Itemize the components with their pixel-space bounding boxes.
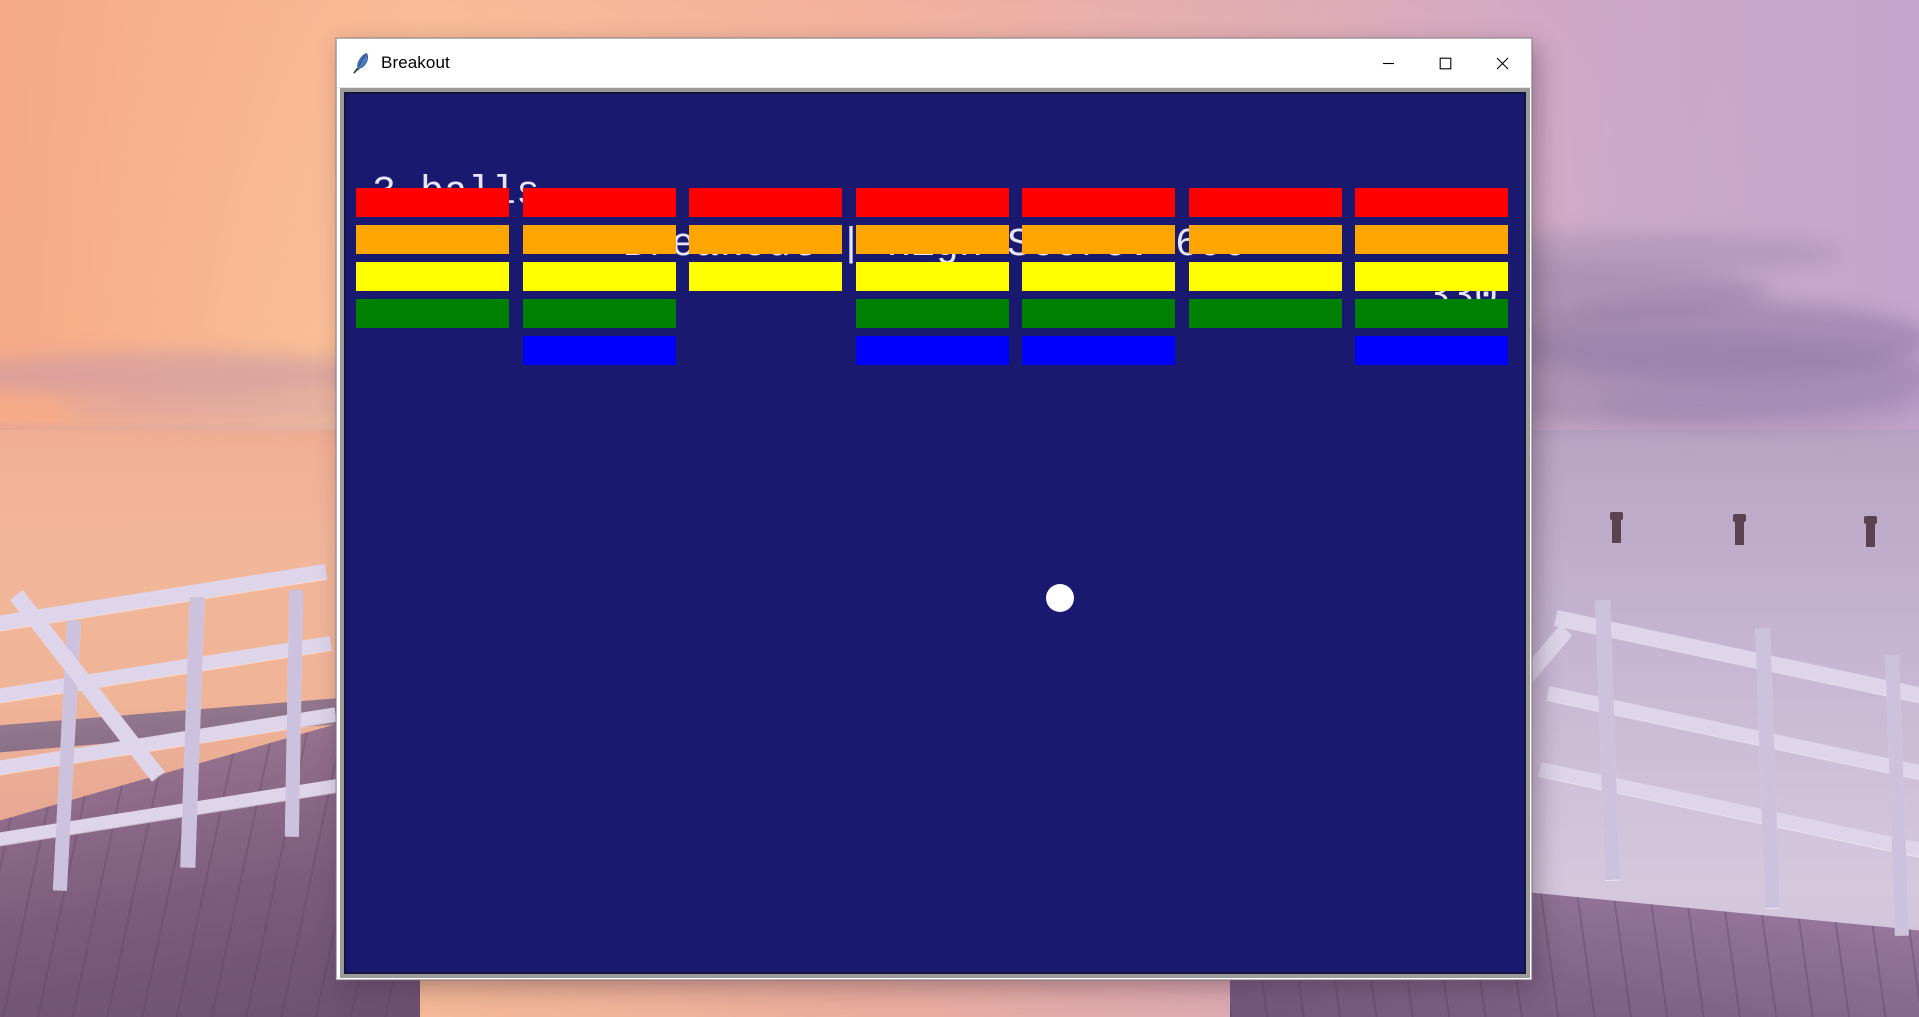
maximize-icon (1439, 57, 1452, 69)
desktop-background: Breakout | 330 (0, 0, 1919, 1017)
water-piling (1733, 514, 1746, 545)
brick-orange-r1-c0 (356, 225, 509, 254)
brick-orange-r1-c4 (1022, 225, 1175, 254)
brick-yellow-r2-c3 (855, 262, 1009, 291)
brick-blue-r4-c4 (1022, 336, 1175, 365)
close-icon (1496, 57, 1509, 69)
close-button[interactable] (1474, 39, 1531, 87)
application-window[interactable]: Breakout | 330 (336, 38, 1532, 980)
brick-red-r0-c1 (522, 188, 676, 217)
brick-green-r3-c6 (1355, 299, 1508, 328)
game-ball (1046, 584, 1074, 612)
brick-blue-r4-c1 (522, 336, 676, 365)
brick-red-r0-c0 (356, 188, 509, 217)
brick-blue-r4-c3 (855, 336, 1009, 365)
brick-yellow-r2-c6 (1355, 262, 1508, 291)
window-controls (1360, 39, 1531, 87)
brick-orange-r1-c2 (689, 225, 842, 254)
brick-orange-r1-c3 (855, 225, 1009, 254)
tkinter-feather-icon (353, 53, 368, 74)
maximize-button[interactable] (1417, 39, 1474, 87)
window-title: Breakout (381, 53, 450, 72)
brick-blue-r4-c6 (1355, 336, 1508, 365)
minimize-button[interactable] (1360, 39, 1417, 87)
window-titlebar[interactable]: Breakout (337, 39, 1531, 88)
brick-yellow-r2-c2 (689, 262, 842, 291)
brick-yellow-r2-c4 (1022, 262, 1175, 291)
brick-red-r0-c3 (855, 188, 1009, 217)
brick-red-r0-c6 (1355, 188, 1508, 217)
cloud (1600, 380, 1919, 432)
brick-yellow-r2-c5 (1188, 262, 1342, 291)
brick-green-r3-c1 (522, 299, 676, 328)
brick-green-r3-c4 (1022, 299, 1175, 328)
water-piling (1610, 512, 1623, 543)
minimize-icon (1383, 62, 1394, 64)
brick-yellow-r2-c0 (356, 262, 509, 291)
brick-orange-r1-c5 (1188, 225, 1342, 254)
brick-green-r3-c0 (356, 299, 509, 328)
brick-orange-r1-c1 (522, 225, 676, 254)
brick-yellow-r2-c1 (522, 262, 676, 291)
game-canvas-frame: 3 balls Breakout | High Score: 690 330 (340, 88, 1530, 978)
brick-orange-r1-c6 (1355, 225, 1508, 254)
brick-green-r3-c3 (855, 299, 1009, 328)
brick-red-r0-c4 (1022, 188, 1175, 217)
brick-red-r0-c2 (689, 188, 842, 217)
breakout-game-canvas[interactable]: 3 balls Breakout | High Score: 690 330 (344, 92, 1526, 974)
game-hud: 3 balls Breakout | High Score: 690 330 (346, 116, 1524, 320)
brick-red-r0-c5 (1188, 188, 1342, 217)
brick-green-r3-c5 (1188, 299, 1342, 328)
water-piling (1864, 516, 1877, 547)
